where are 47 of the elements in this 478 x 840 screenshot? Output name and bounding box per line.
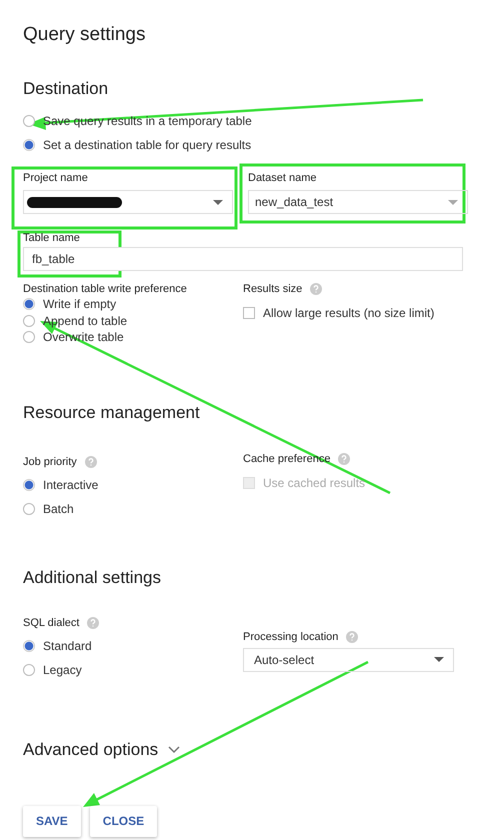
radio-button[interactable] <box>23 664 35 676</box>
radio-label: Write if empty <box>43 297 116 312</box>
section-heading: Resource management <box>23 402 201 424</box>
field-label: Processing location <box>243 630 338 644</box>
radio-label: Standard <box>43 638 92 652</box>
field-label: Results size <box>243 282 302 296</box>
field-label: SQL dialect <box>23 616 80 630</box>
radio-button[interactable] <box>23 478 35 490</box>
save-button[interactable]: SAVE <box>23 806 81 836</box>
field-label: Destination table write preference <box>23 282 188 296</box>
section-heading: Additional settings <box>23 566 162 588</box>
checkbox[interactable] <box>243 307 255 319</box>
radio-button[interactable] <box>23 298 35 310</box>
radio-button[interactable] <box>23 314 35 327</box>
chevron-icon <box>168 746 180 754</box>
radio-button[interactable] <box>23 502 35 514</box>
radio-label: Interactive <box>43 478 98 492</box>
field-label: Job priority <box>23 454 77 468</box>
radio-button[interactable] <box>23 331 35 344</box>
radio-button[interactable] <box>23 640 35 652</box>
help-icon[interactable] <box>84 456 97 468</box>
close-button[interactable]: CLOSE <box>90 806 158 836</box>
checkbox-label: Use cached results <box>263 476 366 490</box>
checkbox-label: Allow large results (no size limit) <box>263 306 434 320</box>
help-icon[interactable] <box>338 452 350 464</box>
location-select[interactable]: Auto-select <box>243 648 454 672</box>
dropdown-caret-icon <box>448 200 458 204</box>
radio-label: Append to table <box>43 314 128 328</box>
radio-label: Legacy <box>43 662 82 676</box>
field-label: Dataset name <box>248 171 318 185</box>
radio-label: Batch <box>43 502 74 516</box>
radio-button[interactable] <box>23 139 35 151</box>
help-icon[interactable] <box>346 630 358 642</box>
radio-label: Set a destination table for query results <box>43 138 252 152</box>
help-icon[interactable] <box>87 616 100 628</box>
dataset-select[interactable]: new_data_test <box>248 190 468 214</box>
advanced-options-toggle[interactable]: Advanced options <box>23 740 180 760</box>
section-heading: Destination <box>23 78 110 100</box>
project-select[interactable] <box>23 190 233 214</box>
help-icon[interactable] <box>310 283 322 295</box>
field-label: Project name <box>23 171 89 185</box>
dropdown-caret-icon <box>434 657 444 662</box>
radio-button[interactable] <box>23 115 35 127</box>
dialog-title: Query settings <box>23 23 146 47</box>
field-label: Table name <box>23 231 80 245</box>
dropdown-caret-icon <box>213 200 223 204</box>
table-name-field[interactable]: fb_table <box>23 247 463 271</box>
